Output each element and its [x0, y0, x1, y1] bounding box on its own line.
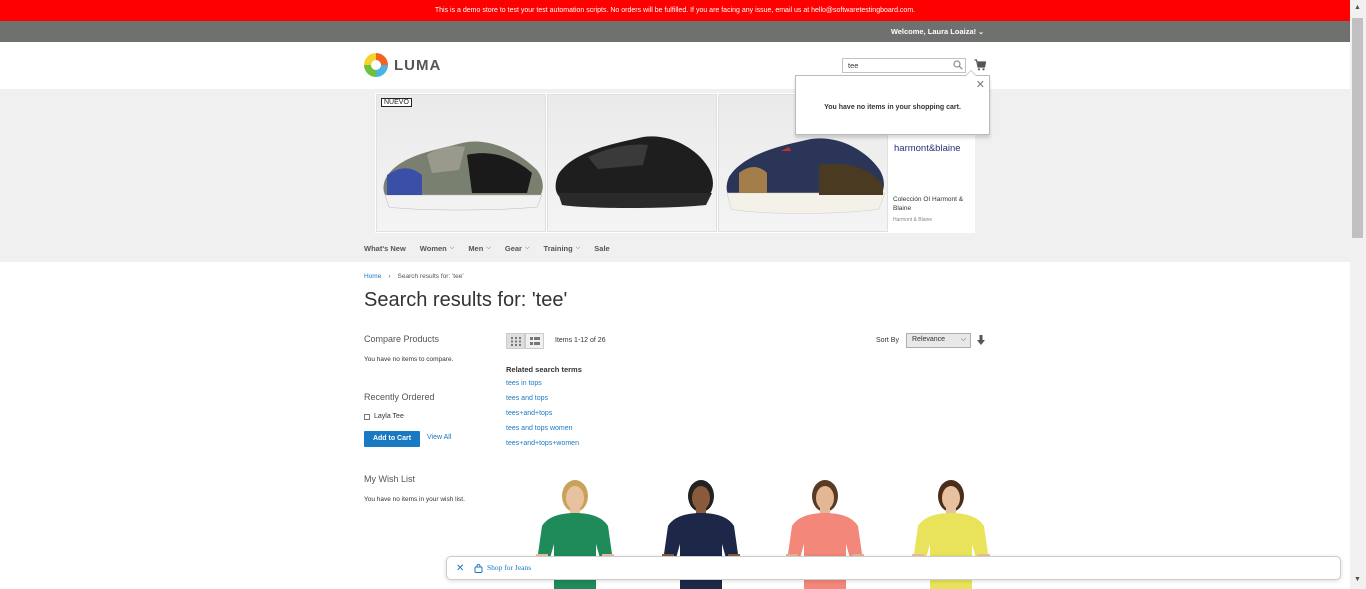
breadcrumb: Home › Search results for: 'tee' — [364, 273, 464, 280]
recently-ordered-title: Recently Ordered — [364, 392, 435, 402]
close-icon[interactable]: ✕ — [976, 78, 985, 91]
sort-by-value: Relevance — [912, 336, 946, 343]
wishlist-title: My Wish List — [364, 474, 416, 484]
header-content: LUMA tee — [0, 42, 1350, 89]
add-to-cart-button[interactable]: Add to Cart — [364, 431, 420, 447]
related-term-link[interactable]: tees and tops — [506, 395, 548, 402]
nav-label: Gear — [504, 244, 522, 253]
sort-by-label: Sort By — [876, 337, 899, 344]
sort-by-select[interactable]: Relevance ⌵ — [906, 333, 971, 348]
nav-item-whats-new[interactable]: What's New — [364, 244, 406, 253]
search-input[interactable]: tee — [842, 58, 966, 73]
main-navigation: What's New Women ⌵ Men ⌵ Gear ⌵ Training ⌵ S… — [364, 244, 624, 253]
chevron-down-icon: ⌵ — [524, 245, 530, 251]
nav-item-women[interactable]: Women ⌵ — [420, 244, 455, 253]
nav-label: Sale — [594, 244, 610, 253]
related-term-link[interactable]: tees+and+tops+women — [506, 440, 579, 447]
wishlist-empty-text: You have no items in your wish list. — [364, 496, 465, 503]
view-all-link[interactable]: View All — [427, 434, 451, 441]
welcome-text: Welcome, Laura Loaiza! — [890, 27, 977, 36]
nav-label: Women — [419, 244, 447, 253]
chevron-down-icon: ⌵ — [575, 245, 581, 251]
grid-icon — [511, 337, 521, 346]
search-icon[interactable] — [953, 60, 963, 70]
related-term-link[interactable]: tees and tops women — [506, 425, 573, 432]
recent-item-checkbox[interactable] — [364, 413, 370, 420]
nav-item-gear[interactable]: Gear ⌵ — [505, 244, 530, 253]
brand-caption: Harmont & Blaine — [893, 217, 933, 223]
list-view-button[interactable] — [525, 333, 544, 349]
scrollbar-thumb[interactable] — [1352, 18, 1363, 238]
recent-item-label: Layla Tee — [374, 413, 404, 420]
view-mode-switcher — [506, 333, 544, 349]
chevron-down-icon: ⌵ — [449, 245, 455, 251]
shopping-bag-icon — [474, 564, 483, 573]
scroll-up-arrow-icon[interactable]: ▲ — [1354, 4, 1361, 11]
grid-view-button[interactable] — [506, 333, 525, 349]
collection-title: Colección OI Harmont & Blaine — [893, 196, 964, 212]
nav-item-men[interactable]: Men ⌵ — [468, 244, 491, 253]
compare-products-title: Compare Products — [364, 334, 440, 344]
close-icon[interactable]: ✕ — [456, 563, 464, 574]
scroll-down-arrow-icon[interactable]: ▼ — [1354, 576, 1361, 583]
breadcrumb-separator: › — [388, 273, 391, 280]
recent-item-layla-tee[interactable]: Layla Tee — [364, 413, 404, 420]
logo-text: LUMA — [394, 56, 442, 74]
nav-item-training[interactable]: Training ⌵ — [544, 244, 581, 253]
related-term-link[interactable]: tees in tops — [506, 380, 542, 387]
banner-area: NUEVO harmont&blaine Colección OI Harmon… — [0, 89, 1350, 262]
chevron-down-icon: ⌵ — [960, 336, 966, 343]
shoe-image-2 — [547, 94, 717, 232]
sort-direction-arrow-icon[interactable] — [977, 335, 985, 345]
nav-label: Men — [468, 244, 484, 253]
chevron-down-icon: ⌵ — [486, 245, 491, 251]
logo[interactable]: LUMA — [364, 53, 441, 77]
compare-empty-text: You have no items to compare. — [364, 356, 454, 363]
chevron-down-icon: ⌄ — [978, 29, 984, 36]
related-search-terms-title: Related search terms — [506, 365, 582, 374]
shoe-image-1: NUEVO — [376, 94, 546, 232]
nav-label: What's New — [364, 244, 406, 253]
shop-for-jeans-link[interactable]: Shop for Jeans — [487, 563, 531, 572]
list-icon — [530, 337, 540, 345]
nav-item-sale[interactable]: Sale — [594, 244, 609, 253]
related-term-link[interactable]: tees+and+tops — [506, 410, 552, 417]
shop-for-jeans-bar[interactable]: ✕ Shop for Jeans — [446, 556, 1341, 580]
new-badge: NUEVO — [381, 98, 412, 107]
nav-label: Training — [543, 244, 573, 253]
minicart-empty-message: You have no items in your shopping cart. — [824, 104, 961, 111]
page-title: Search results for: 'tee' — [364, 289, 568, 311]
demo-notice-bar: This is a demo store to test your test a… — [0, 0, 1350, 21]
brand-name: harmont&blaine — [894, 143, 961, 154]
luma-logo-icon — [364, 53, 388, 77]
breadcrumb-current: Search results for: 'tee' — [397, 273, 464, 280]
toolbar-amount: Items 1-12 of 26 — [555, 337, 606, 344]
minicart-dropdown: ✕ You have no items in your shopping car… — [795, 70, 990, 135]
header-panel: Welcome, Laura Loaiza! ⌄ — [0, 21, 1350, 42]
customer-welcome[interactable]: Welcome, Laura Loaiza! ⌄ — [891, 21, 984, 43]
breadcrumb-home-link[interactable]: Home — [364, 273, 381, 280]
